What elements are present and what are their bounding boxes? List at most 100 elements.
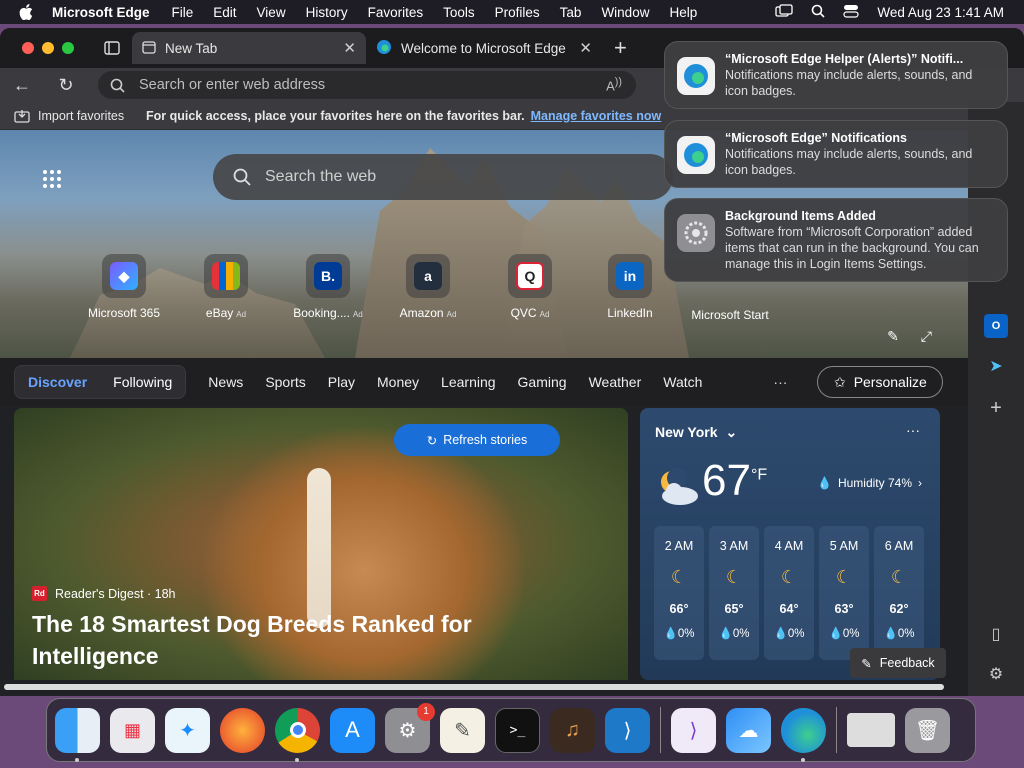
control-center-icon[interactable]: [843, 4, 860, 21]
readers-digest-logo-icon: Rd: [32, 586, 47, 601]
minimize-window-button[interactable]: [42, 42, 54, 54]
forecast-hour: 4 AM ☾ 64° 💧0%: [764, 526, 814, 660]
humidity-link[interactable]: 💧 Humidity 74% ›: [817, 476, 922, 490]
booking-icon: B.: [314, 262, 342, 290]
app-store-icon[interactable]: A: [330, 707, 375, 753]
menu-edit[interactable]: Edit: [203, 5, 246, 20]
close-tab-icon[interactable]: ✕: [343, 39, 356, 57]
chevron-right-icon: ›: [918, 476, 922, 490]
spotlight-search-icon[interactable]: [811, 4, 825, 21]
new-tab-plus-button[interactable]: +: [602, 35, 627, 61]
feedback-button[interactable]: ✎ Feedback: [850, 648, 946, 678]
dock-separator: [836, 707, 837, 753]
visual-studio-icon[interactable]: ⟩: [671, 707, 716, 753]
zoom-window-button[interactable]: [62, 42, 74, 54]
launchpad-icon[interactable]: ▦: [110, 707, 155, 753]
quicklink-microsoft-start[interactable]: Microsoft Start: [678, 308, 782, 322]
following-tab[interactable]: Following: [100, 374, 185, 390]
safari-icon[interactable]: ✦: [165, 707, 210, 753]
import-favorites-button[interactable]: Import favorites: [0, 109, 146, 123]
feed-tab-learning[interactable]: Learning: [430, 374, 507, 390]
discover-tab[interactable]: Discover: [15, 374, 100, 390]
image-info-icon[interactable]: ✎: [887, 328, 899, 345]
notification-edge[interactable]: “Microsoft Edge” Notifications Notificat…: [664, 120, 1008, 188]
firefox-icon[interactable]: [220, 707, 265, 753]
close-window-button[interactable]: [22, 42, 34, 54]
notification-background-items[interactable]: Background Items Added Software from “Mi…: [664, 198, 1008, 282]
feed-tab-watch[interactable]: Watch: [652, 374, 713, 390]
feed-tab-money[interactable]: Money: [366, 374, 430, 390]
read-aloud-icon[interactable]: A)): [606, 76, 636, 93]
feed-tab-play[interactable]: Play: [317, 374, 366, 390]
menu-tools[interactable]: Tools: [433, 5, 485, 20]
menu-favorites[interactable]: Favorites: [358, 5, 434, 20]
quicklink-microsoft-365[interactable]: ◆ Microsoft 365: [72, 254, 176, 320]
notification-edge-helper-alerts[interactable]: “Microsoft Edge Helper (Alerts)” Notifi.…: [664, 41, 1008, 109]
personalize-button[interactable]: ✩ Personalize: [817, 366, 944, 398]
chrome-icon[interactable]: [275, 707, 320, 762]
menu-history[interactable]: History: [296, 5, 358, 20]
edge-dock-icon[interactable]: [781, 707, 826, 762]
refresh-stories-button[interactable]: ↻ Refresh stories: [394, 424, 560, 456]
weather-app-icon[interactable]: ☁: [726, 707, 771, 753]
feed-tab-gaming[interactable]: Gaming: [507, 374, 578, 390]
refresh-stories-label: Refresh stories: [443, 433, 528, 447]
sidebar-toggle-icon[interactable]: ▯: [984, 622, 1008, 646]
scrollbar-thumb[interactable]: [4, 684, 944, 690]
horizontal-scrollbar[interactable]: [0, 680, 968, 696]
linkedin-icon: in: [616, 262, 644, 290]
trash-icon[interactable]: 🗑: [905, 707, 950, 753]
quicklink-ebay[interactable]: eBay Ad: [174, 254, 278, 320]
menu-file[interactable]: File: [162, 5, 204, 20]
tab-welcome[interactable]: Welcome to Microsoft Edge ✕: [366, 32, 602, 64]
sidebar-settings-gear-icon[interactable]: ⚙: [984, 662, 1008, 686]
story-card[interactable]: ↻ Refresh stories Rd Reader's Digest · 1…: [14, 408, 628, 680]
web-search-box[interactable]: Search the web: [213, 154, 673, 200]
more-tabs-button[interactable]: ···: [773, 374, 787, 390]
screen-mirroring-icon[interactable]: [775, 3, 794, 21]
terminal-icon[interactable]: >_: [495, 707, 540, 753]
close-tab-icon[interactable]: ✕: [579, 39, 592, 57]
apple-icon[interactable]: [0, 4, 52, 20]
vscode-icon[interactable]: ⟩: [605, 707, 650, 753]
moon-icon: ☾: [890, 567, 908, 587]
weather-more-icon[interactable]: ···: [906, 422, 920, 438]
back-arrow-icon[interactable]: ←: [0, 75, 44, 96]
window-controls: [0, 42, 92, 54]
menu-help[interactable]: Help: [659, 5, 707, 20]
system-settings-icon[interactable]: ⚙ 1: [385, 702, 435, 753]
add-sidebar-app-icon[interactable]: +: [984, 396, 1008, 420]
drop-icon[interactable]: ➤: [984, 354, 1008, 378]
feed-tab-weather[interactable]: Weather: [578, 374, 653, 390]
refresh-icon[interactable]: ↻: [44, 75, 88, 96]
tab-actions-icon[interactable]: [92, 41, 132, 55]
quicklink-label: Amazon: [399, 306, 444, 320]
menu-view[interactable]: View: [247, 5, 296, 20]
outlook-icon[interactable]: O: [984, 314, 1008, 338]
quicklink-qvc[interactable]: Q QVC Ad: [478, 254, 582, 320]
system-settings-gear-icon: [677, 214, 715, 252]
tab-new-tab[interactable]: New Tab ✕: [132, 32, 366, 64]
quicklink-amazon[interactable]: a Amazon Ad: [376, 254, 480, 320]
menubar-clock[interactable]: Wed Aug 23 1:41 AM: [877, 5, 1004, 20]
finder-icon[interactable]: [55, 707, 100, 762]
downloads-stack-icon[interactable]: [847, 713, 895, 747]
quicklink-booking[interactable]: B. Booking.... Ad: [276, 254, 380, 320]
web-search-placeholder: Search the web: [265, 168, 377, 185]
expand-icon[interactable]: ⤢: [921, 328, 932, 345]
feed-tab-sports[interactable]: Sports: [254, 374, 316, 390]
menu-app-name[interactable]: Microsoft Edge: [52, 5, 162, 20]
textedit-icon[interactable]: ✎: [440, 707, 485, 753]
sparkle-icon: ✩: [833, 373, 846, 390]
story-headline[interactable]: The 18 Smartest Dog Breeds Ranked for In…: [32, 608, 552, 672]
garageband-icon[interactable]: ♫: [550, 707, 595, 753]
menu-tab[interactable]: Tab: [550, 5, 592, 20]
weather-card[interactable]: New York ⌄ ··· 67°F 💧 Humidity 74% › 2 AM ☾ 6…: [640, 408, 940, 680]
feed-tab-news[interactable]: News: [197, 374, 254, 390]
address-bar[interactable]: Search or enter web address A)): [98, 71, 636, 99]
manage-favorites-link[interactable]: Manage favorites now: [531, 109, 662, 123]
apps-grid-icon[interactable]: [43, 170, 61, 188]
weather-location[interactable]: New York ⌄: [655, 424, 737, 441]
menu-window[interactable]: Window: [591, 5, 659, 20]
menu-profiles[interactable]: Profiles: [485, 5, 550, 20]
